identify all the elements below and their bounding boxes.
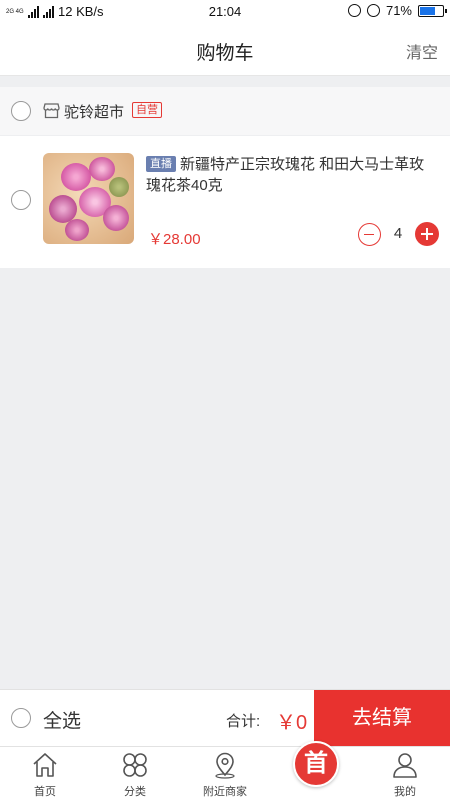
checkout-bar: 全选 合计: ￥0 去结算 <box>0 689 450 747</box>
battery-icon <box>418 4 447 17</box>
cart-item: 直播 新疆特产正宗玫瑰花 和田大马士革玫瑰花茶40克 ￥28.00 4 <box>0 136 450 268</box>
product-image[interactable] <box>43 153 134 244</box>
clear-cart-button[interactable]: 清空 <box>406 39 438 63</box>
tab-nearby[interactable]: 附近商家 <box>180 747 270 800</box>
tab-home[interactable]: 首页 <box>0 747 90 800</box>
header: 购物车 清空 <box>0 24 450 76</box>
user-icon <box>393 753 417 778</box>
brand-logo-icon: 首 <box>293 741 339 787</box>
lock-rotation-icon <box>347 4 361 17</box>
category-icon <box>123 753 147 777</box>
live-badge: 直播 <box>146 156 176 172</box>
store-name[interactable]: 驼铃超市 <box>64 101 124 122</box>
page-title: 购物车 <box>196 43 254 64</box>
home-icon <box>33 753 57 777</box>
item-select-radio[interactable] <box>11 190 31 210</box>
tab-mine[interactable]: 我的 <box>360 747 450 800</box>
location-icon <box>215 752 235 779</box>
store-select-radio[interactable] <box>11 101 31 121</box>
tab-nearby-label: 附近商家 <box>203 786 247 798</box>
product-name: 新疆特产正宗玫瑰花 和田大马士革玫瑰花茶40克 <box>146 156 425 194</box>
store-row: 驼铃超市 自营 <box>0 87 450 135</box>
tab-category-label: 分类 <box>124 786 146 798</box>
battery-fill <box>420 6 435 15</box>
tab-brand[interactable]: 首 <box>270 741 360 800</box>
store-icon <box>43 103 60 119</box>
tab-mine-label: 我的 <box>394 786 416 798</box>
increase-quantity-button[interactable] <box>415 222 439 246</box>
quantity-value[interactable]: 4 <box>390 225 406 242</box>
tab-category[interactable]: 分类 <box>90 747 180 800</box>
product-title[interactable]: 直播 新疆特产正宗玫瑰花 和田大马士革玫瑰花茶40克 <box>146 154 436 196</box>
select-all-label[interactable]: 全选 <box>43 706 81 733</box>
product-price: ￥28.00 <box>148 231 201 248</box>
checkout-button[interactable]: 去结算 <box>314 690 450 747</box>
self-operated-badge: 自营 <box>132 102 162 118</box>
total-value: ￥0 <box>276 712 308 734</box>
bottom-tab-bar: 首页 分类 附近商家 首 我的 <box>0 741 450 800</box>
select-all-radio[interactable] <box>11 708 31 728</box>
tab-home-label: 首页 <box>34 786 56 798</box>
status-bar: 2G 4G 12 KB/s 21:04 71% <box>0 0 450 24</box>
total-label: 合计: <box>226 713 261 730</box>
alarm-icon <box>366 4 380 17</box>
decrease-quantity-button[interactable] <box>358 223 381 246</box>
battery-percent: 71% <box>385 3 412 18</box>
status-right: 71% <box>347 3 447 18</box>
